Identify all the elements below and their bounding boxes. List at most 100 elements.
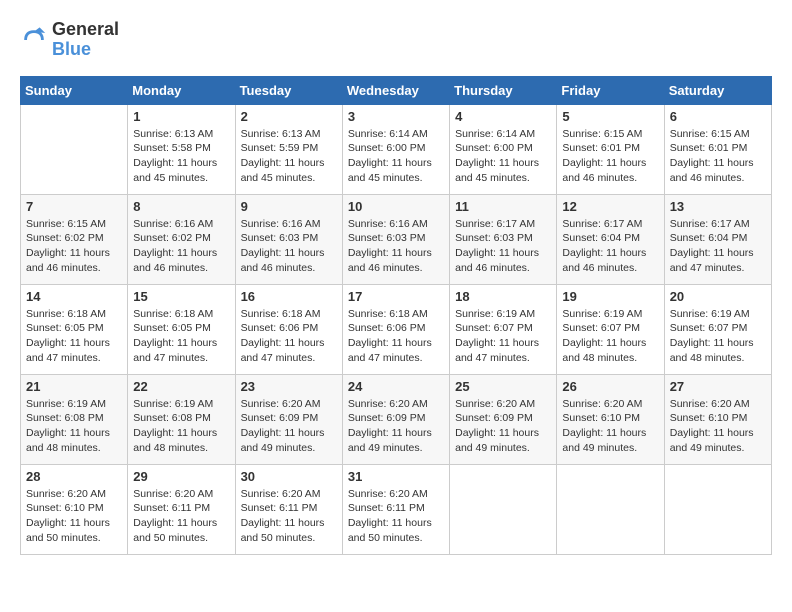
day-info: Sunrise: 6:17 AM Sunset: 6:04 PM Dayligh… xyxy=(670,217,766,276)
calendar-cell: 25 Sunrise: 6:20 AM Sunset: 6:09 PM Dayl… xyxy=(450,374,557,464)
day-number: 15 xyxy=(133,289,229,304)
day-number: 14 xyxy=(26,289,122,304)
day-info: Sunrise: 6:15 AM Sunset: 6:01 PM Dayligh… xyxy=(670,127,766,186)
weekday-header: Thursday xyxy=(450,76,557,104)
day-number: 21 xyxy=(26,379,122,394)
day-info: Sunrise: 6:20 AM Sunset: 6:11 PM Dayligh… xyxy=(241,487,337,546)
day-info: Sunrise: 6:13 AM Sunset: 5:59 PM Dayligh… xyxy=(241,127,337,186)
day-info: Sunrise: 6:19 AM Sunset: 6:07 PM Dayligh… xyxy=(455,307,551,366)
calendar-table: SundayMondayTuesdayWednesdayThursdayFrid… xyxy=(20,76,772,555)
calendar-cell: 2 Sunrise: 6:13 AM Sunset: 5:59 PM Dayli… xyxy=(235,104,342,194)
day-info: Sunrise: 6:18 AM Sunset: 6:05 PM Dayligh… xyxy=(133,307,229,366)
calendar-week-row: 14 Sunrise: 6:18 AM Sunset: 6:05 PM Dayl… xyxy=(21,284,772,374)
day-info: Sunrise: 6:16 AM Sunset: 6:03 PM Dayligh… xyxy=(241,217,337,276)
day-number: 31 xyxy=(348,469,444,484)
day-number: 19 xyxy=(562,289,658,304)
calendar-cell: 20 Sunrise: 6:19 AM Sunset: 6:07 PM Dayl… xyxy=(664,284,771,374)
day-number: 8 xyxy=(133,199,229,214)
calendar-cell: 19 Sunrise: 6:19 AM Sunset: 6:07 PM Dayl… xyxy=(557,284,664,374)
day-number: 10 xyxy=(348,199,444,214)
calendar-cell: 22 Sunrise: 6:19 AM Sunset: 6:08 PM Dayl… xyxy=(128,374,235,464)
calendar-cell: 5 Sunrise: 6:15 AM Sunset: 6:01 PM Dayli… xyxy=(557,104,664,194)
day-number: 6 xyxy=(670,109,766,124)
weekday-header: Monday xyxy=(128,76,235,104)
calendar-cell: 9 Sunrise: 6:16 AM Sunset: 6:03 PM Dayli… xyxy=(235,194,342,284)
weekday-header: Friday xyxy=(557,76,664,104)
day-number: 29 xyxy=(133,469,229,484)
day-info: Sunrise: 6:18 AM Sunset: 6:06 PM Dayligh… xyxy=(241,307,337,366)
day-info: Sunrise: 6:20 AM Sunset: 6:11 PM Dayligh… xyxy=(348,487,444,546)
calendar-week-row: 28 Sunrise: 6:20 AM Sunset: 6:10 PM Dayl… xyxy=(21,464,772,554)
calendar-cell: 15 Sunrise: 6:18 AM Sunset: 6:05 PM Dayl… xyxy=(128,284,235,374)
logo: General Blue xyxy=(20,20,119,60)
day-number: 3 xyxy=(348,109,444,124)
weekday-header: Saturday xyxy=(664,76,771,104)
day-number: 22 xyxy=(133,379,229,394)
calendar-cell: 23 Sunrise: 6:20 AM Sunset: 6:09 PM Dayl… xyxy=(235,374,342,464)
day-number: 26 xyxy=(562,379,658,394)
calendar-cell xyxy=(557,464,664,554)
weekday-header: Tuesday xyxy=(235,76,342,104)
day-info: Sunrise: 6:13 AM Sunset: 5:58 PM Dayligh… xyxy=(133,127,229,186)
day-info: Sunrise: 6:20 AM Sunset: 6:09 PM Dayligh… xyxy=(455,397,551,456)
calendar-cell: 27 Sunrise: 6:20 AM Sunset: 6:10 PM Dayl… xyxy=(664,374,771,464)
weekday-header: Sunday xyxy=(21,76,128,104)
calendar-cell: 13 Sunrise: 6:17 AM Sunset: 6:04 PM Dayl… xyxy=(664,194,771,284)
day-info: Sunrise: 6:20 AM Sunset: 6:10 PM Dayligh… xyxy=(562,397,658,456)
calendar-cell: 7 Sunrise: 6:15 AM Sunset: 6:02 PM Dayli… xyxy=(21,194,128,284)
calendar-cell: 12 Sunrise: 6:17 AM Sunset: 6:04 PM Dayl… xyxy=(557,194,664,284)
calendar-cell: 26 Sunrise: 6:20 AM Sunset: 6:10 PM Dayl… xyxy=(557,374,664,464)
day-info: Sunrise: 6:16 AM Sunset: 6:03 PM Dayligh… xyxy=(348,217,444,276)
day-info: Sunrise: 6:15 AM Sunset: 6:01 PM Dayligh… xyxy=(562,127,658,186)
calendar-week-row: 21 Sunrise: 6:19 AM Sunset: 6:08 PM Dayl… xyxy=(21,374,772,464)
calendar-cell: 16 Sunrise: 6:18 AM Sunset: 6:06 PM Dayl… xyxy=(235,284,342,374)
day-info: Sunrise: 6:20 AM Sunset: 6:10 PM Dayligh… xyxy=(26,487,122,546)
day-info: Sunrise: 6:15 AM Sunset: 6:02 PM Dayligh… xyxy=(26,217,122,276)
calendar-cell xyxy=(664,464,771,554)
day-info: Sunrise: 6:16 AM Sunset: 6:02 PM Dayligh… xyxy=(133,217,229,276)
calendar-week-row: 1 Sunrise: 6:13 AM Sunset: 5:58 PM Dayli… xyxy=(21,104,772,194)
calendar-cell: 1 Sunrise: 6:13 AM Sunset: 5:58 PM Dayli… xyxy=(128,104,235,194)
day-info: Sunrise: 6:17 AM Sunset: 6:03 PM Dayligh… xyxy=(455,217,551,276)
logo-text: General Blue xyxy=(52,20,119,60)
calendar-cell xyxy=(21,104,128,194)
calendar-cell: 28 Sunrise: 6:20 AM Sunset: 6:10 PM Dayl… xyxy=(21,464,128,554)
day-info: Sunrise: 6:20 AM Sunset: 6:11 PM Dayligh… xyxy=(133,487,229,546)
calendar-cell: 8 Sunrise: 6:16 AM Sunset: 6:02 PM Dayli… xyxy=(128,194,235,284)
calendar-cell xyxy=(450,464,557,554)
day-number: 16 xyxy=(241,289,337,304)
calendar-cell: 4 Sunrise: 6:14 AM Sunset: 6:00 PM Dayli… xyxy=(450,104,557,194)
calendar-cell: 21 Sunrise: 6:19 AM Sunset: 6:08 PM Dayl… xyxy=(21,374,128,464)
calendar-cell: 24 Sunrise: 6:20 AM Sunset: 6:09 PM Dayl… xyxy=(342,374,449,464)
day-info: Sunrise: 6:18 AM Sunset: 6:05 PM Dayligh… xyxy=(26,307,122,366)
day-info: Sunrise: 6:18 AM Sunset: 6:06 PM Dayligh… xyxy=(348,307,444,366)
day-number: 1 xyxy=(133,109,229,124)
calendar-cell: 17 Sunrise: 6:18 AM Sunset: 6:06 PM Dayl… xyxy=(342,284,449,374)
day-info: Sunrise: 6:20 AM Sunset: 6:09 PM Dayligh… xyxy=(241,397,337,456)
day-info: Sunrise: 6:20 AM Sunset: 6:10 PM Dayligh… xyxy=(670,397,766,456)
day-info: Sunrise: 6:20 AM Sunset: 6:09 PM Dayligh… xyxy=(348,397,444,456)
day-number: 28 xyxy=(26,469,122,484)
logo-icon xyxy=(20,26,48,54)
day-number: 11 xyxy=(455,199,551,214)
calendar-cell: 11 Sunrise: 6:17 AM Sunset: 6:03 PM Dayl… xyxy=(450,194,557,284)
day-info: Sunrise: 6:17 AM Sunset: 6:04 PM Dayligh… xyxy=(562,217,658,276)
weekday-header: Wednesday xyxy=(342,76,449,104)
calendar-week-row: 7 Sunrise: 6:15 AM Sunset: 6:02 PM Dayli… xyxy=(21,194,772,284)
header-row: SundayMondayTuesdayWednesdayThursdayFrid… xyxy=(21,76,772,104)
day-number: 23 xyxy=(241,379,337,394)
day-info: Sunrise: 6:19 AM Sunset: 6:07 PM Dayligh… xyxy=(562,307,658,366)
day-number: 7 xyxy=(26,199,122,214)
calendar-cell: 14 Sunrise: 6:18 AM Sunset: 6:05 PM Dayl… xyxy=(21,284,128,374)
day-info: Sunrise: 6:19 AM Sunset: 6:08 PM Dayligh… xyxy=(133,397,229,456)
day-number: 12 xyxy=(562,199,658,214)
calendar-cell: 29 Sunrise: 6:20 AM Sunset: 6:11 PM Dayl… xyxy=(128,464,235,554)
day-number: 25 xyxy=(455,379,551,394)
calendar-cell: 10 Sunrise: 6:16 AM Sunset: 6:03 PM Dayl… xyxy=(342,194,449,284)
day-number: 13 xyxy=(670,199,766,214)
day-number: 9 xyxy=(241,199,337,214)
day-number: 20 xyxy=(670,289,766,304)
day-info: Sunrise: 6:14 AM Sunset: 6:00 PM Dayligh… xyxy=(348,127,444,186)
calendar-cell: 18 Sunrise: 6:19 AM Sunset: 6:07 PM Dayl… xyxy=(450,284,557,374)
day-number: 5 xyxy=(562,109,658,124)
